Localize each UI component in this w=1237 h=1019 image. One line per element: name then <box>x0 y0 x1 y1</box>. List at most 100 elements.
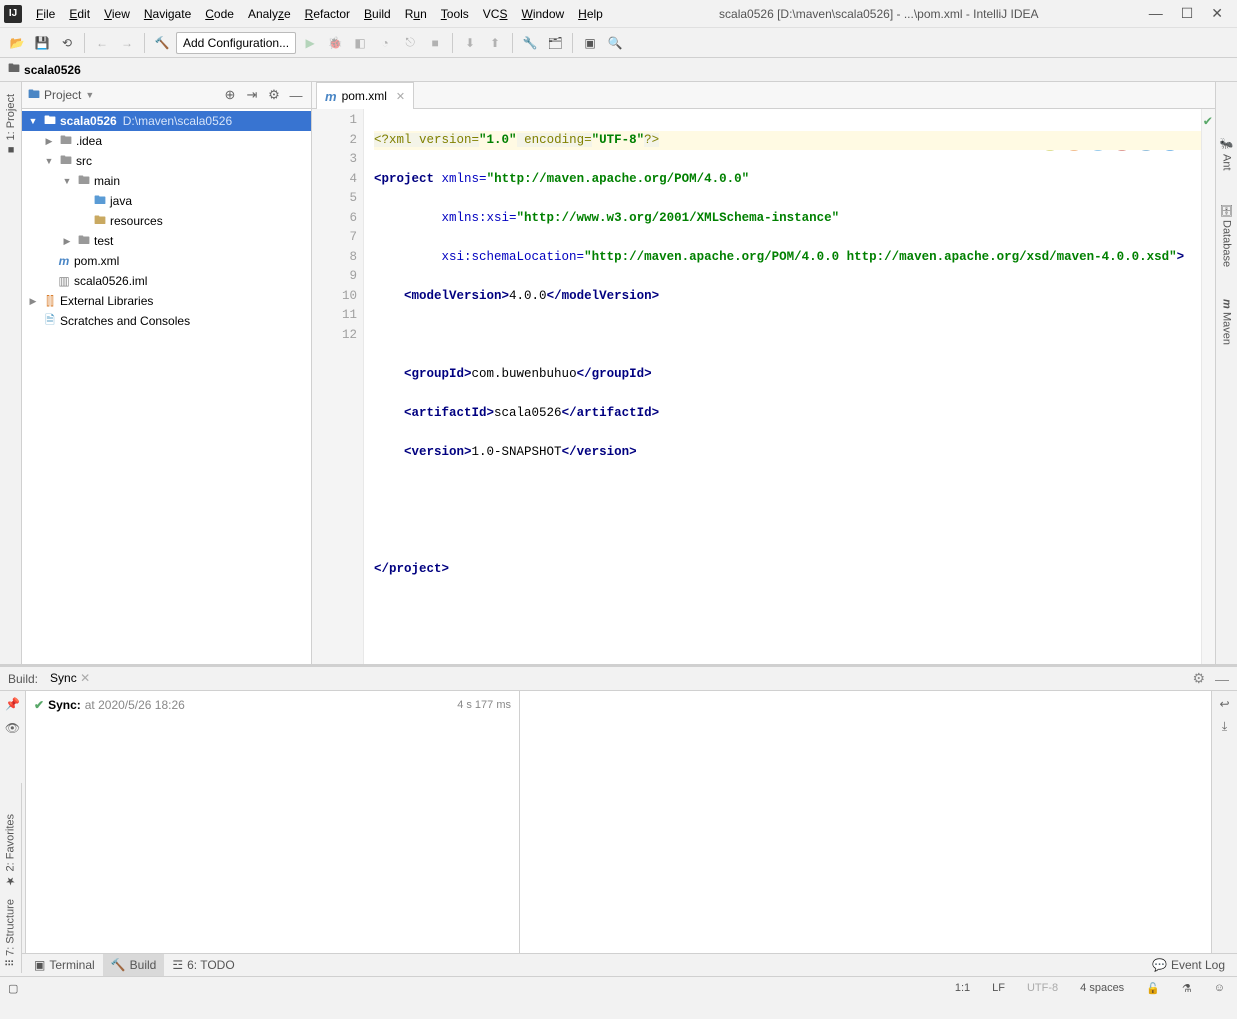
status-bar: ▢ 1:1 LF UTF-8 4 spaces 🔓 ⚗ ☺ <box>0 976 1237 999</box>
toolwindow-project-tab[interactable]: ■1: Project <box>3 88 19 161</box>
editor-tabs: m pom.xml ✕ <box>312 82 1215 109</box>
pin-icon[interactable]: 📌 <box>5 697 20 711</box>
locate-icon[interactable]: ⊕ <box>221 86 239 104</box>
left-tool-strip-bottom: ⠿7: Structure ★2: Favorites <box>0 783 22 973</box>
profile-icon[interactable]: ◔ <box>374 32 396 54</box>
menu-help[interactable]: Help <box>572 5 609 23</box>
run-icon[interactable]: ▶ <box>299 32 321 54</box>
line-gutter: 123456789101112 <box>312 109 364 664</box>
breadcrumb-root[interactable]: scala0526 <box>24 63 81 77</box>
editor-area: m pom.xml ✕ ✔ 123456789101112 <?xml vers… <box>312 82 1215 664</box>
vcs-commit-icon[interactable]: ⬆ <box>484 32 506 54</box>
build-settings-icon[interactable]: ⚙ <box>1192 670 1205 687</box>
tree-test[interactable]: ▶🖿test <box>22 231 311 251</box>
tree-iml[interactable]: ▥scala0526.iml <box>22 271 311 291</box>
coverage-icon[interactable]: ◧ <box>349 32 371 54</box>
tree-resources[interactable]: 🖿resources <box>22 211 311 231</box>
bottom-tool-strip: ▣Terminal 🔨Build ☲6: TODO 💬Event Log <box>0 953 1237 976</box>
window-minimize-button[interactable]: — <box>1149 5 1163 22</box>
soft-wrap-icon[interactable]: ↩ <box>1219 697 1229 711</box>
toolwindow-database-tab[interactable]: 🗄Database <box>1218 197 1235 273</box>
code-content[interactable]: <?xml version="1.0" encoding="UTF-8"?> <… <box>364 109 1201 664</box>
menu-vcs[interactable]: VCS <box>477 5 514 23</box>
project-panel: 🖿 Project ▼ ⊕ ⇥ ⚙ — ▼🖿 scala0526D:\maven… <box>22 82 312 664</box>
sdk-icon[interactable]: ▣ <box>579 32 601 54</box>
close-icon[interactable]: ✕ <box>80 671 90 685</box>
toolwindow-favorites-tab[interactable]: ★2: Favorites <box>2 808 19 893</box>
attach-icon[interactable]: ⎋ <box>399 32 421 54</box>
build-tree-row[interactable]: ✔ Sync: at 2020/5/26 18:26 4 s 177 ms <box>34 695 511 715</box>
run-config-combo[interactable]: Add Configuration... <box>176 32 296 54</box>
panel-settings-icon[interactable]: ⚙ <box>265 86 283 104</box>
toolwindow-maven-tab[interactable]: mMaven <box>1219 293 1235 351</box>
file-encoding[interactable]: UTF-8 <box>1023 982 1062 994</box>
menu-window[interactable]: Window <box>515 5 570 23</box>
toolwindows-toggle-icon[interactable]: ▢ <box>8 982 18 995</box>
hide-panel-icon[interactable]: — <box>287 86 305 104</box>
toolwindow-ant-tab[interactable]: 🐜Ant <box>1218 132 1235 177</box>
open-icon[interactable]: 📂 <box>6 32 28 54</box>
scroll-end-icon[interactable]: ⤓ <box>1222 719 1227 734</box>
project-tree[interactable]: ▼🖿 scala0526D:\maven\scala0526 ▶🖿.idea ▼… <box>22 109 311 664</box>
project-structure-icon[interactable]: 🗂 <box>544 32 566 54</box>
check-icon: ✔ <box>34 698 44 712</box>
build-sync-tab[interactable]: Sync ✕ <box>48 669 92 689</box>
inspector-icon[interactable]: ☺ <box>1210 982 1229 994</box>
menu-code[interactable]: Code <box>199 5 240 23</box>
readonly-lock-icon[interactable]: 🔓 <box>1142 982 1164 995</box>
close-tab-icon[interactable]: ✕ <box>396 90 405 103</box>
search-icon[interactable]: 🔍 <box>604 32 626 54</box>
menu-navigate[interactable]: Navigate <box>138 5 197 23</box>
editor-tab-pom[interactable]: m pom.xml ✕ <box>316 82 414 109</box>
menu-run[interactable]: Run <box>399 5 433 23</box>
tree-pom[interactable]: mpom.xml <box>22 251 311 271</box>
menu-build[interactable]: Build <box>358 5 397 23</box>
chevron-down-icon[interactable]: ▼ <box>85 90 94 100</box>
tree-root[interactable]: ▼🖿 scala0526D:\maven\scala0526 <box>22 111 311 131</box>
memory-icon[interactable]: ⚗ <box>1178 982 1196 995</box>
indent-setting[interactable]: 4 spaces <box>1076 982 1128 994</box>
toolwindow-build-tab[interactable]: 🔨Build <box>103 954 165 976</box>
tree-java[interactable]: 🖿java <box>22 191 311 211</box>
menu-refactor[interactable]: Refactor <box>299 5 356 23</box>
flatten-icon[interactable]: ⇥ <box>243 86 261 104</box>
menu-view[interactable]: View <box>98 5 136 23</box>
inspection-ok-icon[interactable]: ✔ <box>1204 113 1212 130</box>
tree-scratches[interactable]: 🗎Scratches and Consoles <box>22 311 311 331</box>
navigation-bar: 🖿 scala0526 <box>0 58 1237 82</box>
menu-file[interactable]: File <box>30 5 61 23</box>
tree-src[interactable]: ▼🖿src <box>22 151 311 171</box>
menu-tools[interactable]: Tools <box>435 5 475 23</box>
build-icon[interactable]: 🔨 <box>151 32 173 54</box>
editor-tab-label: pom.xml <box>342 89 387 103</box>
tree-external[interactable]: ▶⫿⫿External Libraries <box>22 291 311 311</box>
stop-icon[interactable]: ■ <box>424 32 446 54</box>
tree-idea[interactable]: ▶🖿.idea <box>22 131 311 151</box>
debug-icon[interactable]: 🐞 <box>324 32 346 54</box>
toolwindow-todo-tab[interactable]: ☲6: TODO <box>164 954 242 976</box>
back-icon[interactable]: ← <box>91 32 113 54</box>
line-ending[interactable]: LF <box>988 982 1009 994</box>
tree-main[interactable]: ▼🖿main <box>22 171 311 191</box>
vcs-update-icon[interactable]: ⬇ <box>459 32 481 54</box>
toolwindow-eventlog-tab[interactable]: 💬Event Log <box>1144 954 1233 976</box>
menu-analyze[interactable]: Analyze <box>242 5 297 23</box>
toolwindow-structure-tab[interactable]: ⠿7: Structure <box>2 893 19 973</box>
caret-position[interactable]: 1:1 <box>951 982 974 994</box>
build-tree[interactable]: ✔ Sync: at 2020/5/26 18:26 4 s 177 ms <box>26 691 520 953</box>
window-maximize-button[interactable]: ☐ <box>1181 5 1194 22</box>
toolwindow-terminal-tab[interactable]: ▣Terminal <box>26 954 103 976</box>
settings-icon[interactable]: 🔧 <box>519 32 541 54</box>
save-icon[interactable]: 💾 <box>31 32 53 54</box>
editor-body[interactable]: ✔ 123456789101112 <?xml version="1.0" en… <box>312 109 1215 664</box>
error-stripe[interactable] <box>1201 109 1215 664</box>
menu-edit[interactable]: Edit <box>63 5 96 23</box>
project-view-icon: 🖿 <box>28 85 40 106</box>
window-close-button[interactable]: ✕ <box>1211 5 1223 22</box>
project-panel-title[interactable]: Project <box>44 88 81 102</box>
eye-icon[interactable]: 👁 <box>5 721 20 735</box>
app-icon: IJ <box>4 5 22 23</box>
build-hide-icon[interactable]: — <box>1215 671 1229 687</box>
forward-icon[interactable]: → <box>116 32 138 54</box>
refresh-icon[interactable]: ⟲ <box>56 32 78 54</box>
